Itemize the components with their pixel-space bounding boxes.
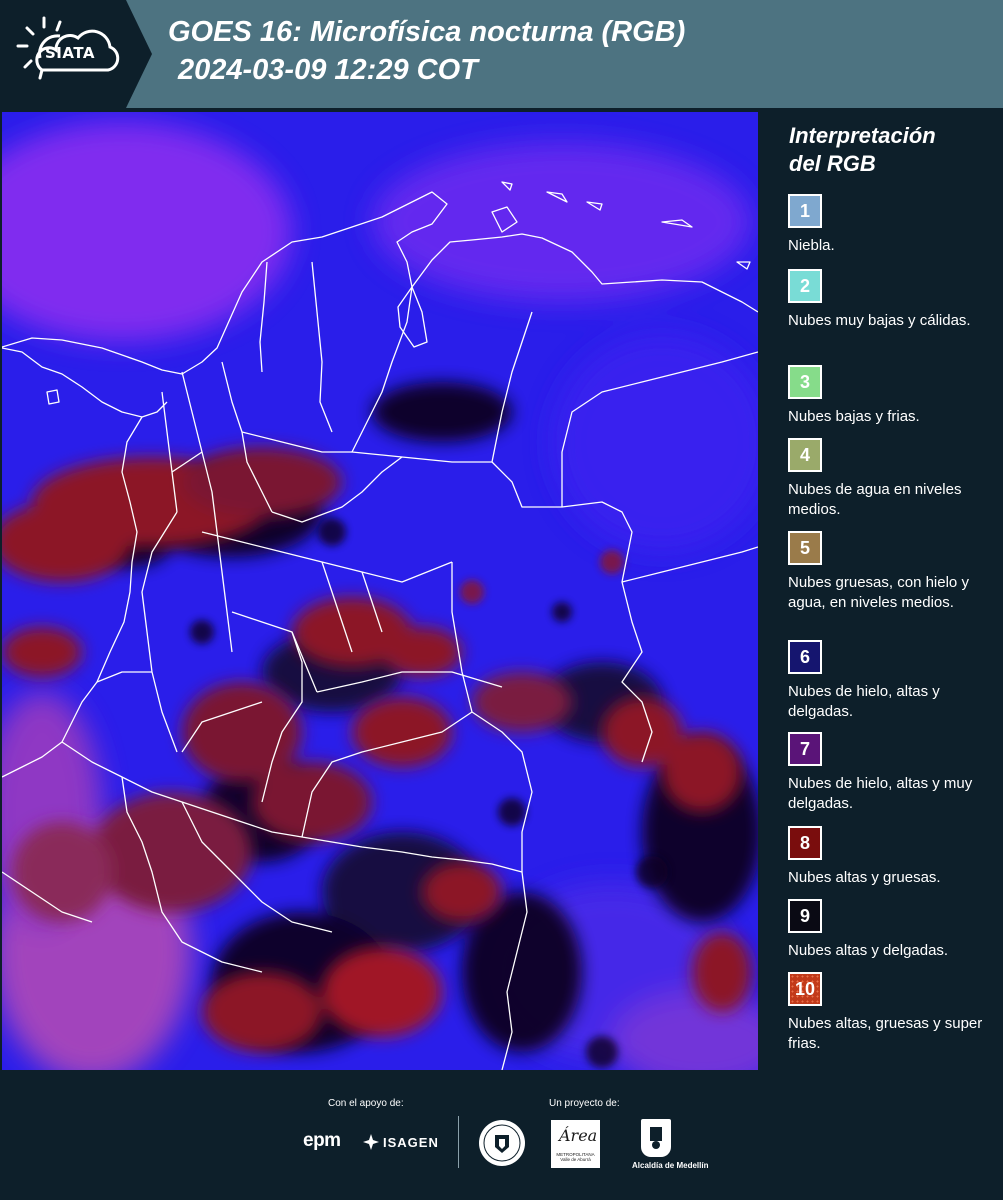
legend-label-9: Nubes altas y delgadas. — [788, 942, 949, 959]
legend-item-5: 5 Nubes gruesas, con hielo y agua, en ni… — [788, 531, 998, 613]
isagen-icon — [363, 1134, 379, 1150]
area-metropolitana-logo: Área METROPOLITANA Valle de Aburrá — [551, 1120, 600, 1168]
footer-divider — [458, 1116, 459, 1168]
legend-item-8: 8 Nubes altas y gruesas. — [788, 826, 998, 888]
legend-swatch-3: 3 — [788, 365, 822, 399]
legend-label-8: Nubes altas y gruesas. — [788, 869, 941, 886]
legend-swatch-5: 5 — [788, 531, 822, 565]
legend-label-10: Nubes altas, gruesas y super frias. — [788, 1015, 983, 1052]
legend-swatch-1: 1 — [788, 194, 822, 228]
satellite-map[interactable] — [2, 112, 758, 1070]
legend-item-10: 10 Nubes altas, gruesas y super frias. — [788, 972, 998, 1054]
legend-item-3: 3 Nubes bajas y frias. — [788, 365, 998, 427]
university-seal-icon — [479, 1120, 525, 1166]
legend-item-2: 2 Nubes muy bajas y cálidas. — [788, 269, 998, 331]
area-logo-subtext: METROPOLITANA Valle de Aburrá — [556, 1152, 595, 1162]
legend-swatch-7: 7 — [788, 732, 822, 766]
siata-logo-text: SIATA — [45, 44, 96, 62]
legend-label-5: Nubes gruesas, con hielo y agua, en nive… — [788, 574, 969, 611]
alcaldia-medellin-logo-text: Alcaldía de Medellín — [632, 1161, 709, 1170]
legend-swatch-6: 6 — [788, 640, 822, 674]
legend-title: Interpretación del RGB — [789, 122, 936, 178]
area-logo-text: Área — [559, 1126, 598, 1145]
project-label: Un proyecto de: — [549, 1098, 620, 1109]
alcaldia-shield-icon — [641, 1119, 671, 1157]
legend-title-line1: Interpretación — [789, 123, 936, 148]
legend-item-7: 7 Nubes de hielo, altas y muy delgadas. — [788, 732, 998, 814]
epm-logo: epm — [303, 1130, 341, 1151]
page-subtitle-timestamp: 2024-03-09 12:29 COT — [178, 54, 478, 86]
siata-logo: SIATA — [0, 0, 152, 108]
legend-title-line2: del RGB — [789, 151, 876, 176]
isagen-logo: ISAGEN — [383, 1135, 439, 1150]
legend-swatch-2: 2 — [788, 269, 822, 303]
legend-label-7: Nubes de hielo, altas y muy delgadas. — [788, 775, 973, 812]
legend-label-6: Nubes de hielo, altas y delgadas. — [788, 683, 940, 720]
header-bar: SIATA GOES 16: Microfísica nocturna (RGB… — [0, 0, 1003, 108]
legend-item-4: 4 Nubes de agua en niveles medios. — [788, 438, 998, 520]
legend-label-1: Niebla. — [788, 237, 835, 254]
legend-item-9: 9 Nubes altas y delgadas. — [788, 899, 998, 961]
satellite-rgb-map-image — [2, 112, 758, 1070]
legend-swatch-8: 8 — [788, 826, 822, 860]
legend-label-4: Nubes de agua en niveles medios. — [788, 481, 962, 518]
legend-swatch-9: 9 — [788, 899, 822, 933]
legend-item-6: 6 Nubes de hielo, altas y delgadas. — [788, 640, 998, 722]
legend-swatch-4: 4 — [788, 438, 822, 472]
legend-label-3: Nubes bajas y frias. — [788, 408, 920, 425]
footer: Con el apoyo de: Un proyecto de: epm ISA… — [0, 1070, 1003, 1200]
support-label: Con el apoyo de: — [328, 1098, 404, 1109]
page-title: GOES 16: Microfísica nocturna (RGB) — [168, 16, 686, 48]
legend-item-1: 1 Niebla. — [788, 194, 998, 256]
legend-panel: Interpretación del RGB 1 Niebla. 2 Nubes… — [760, 108, 1003, 1070]
legend-swatch-10: 10 — [788, 972, 822, 1006]
legend-label-2: Nubes muy bajas y cálidas. — [788, 312, 971, 329]
